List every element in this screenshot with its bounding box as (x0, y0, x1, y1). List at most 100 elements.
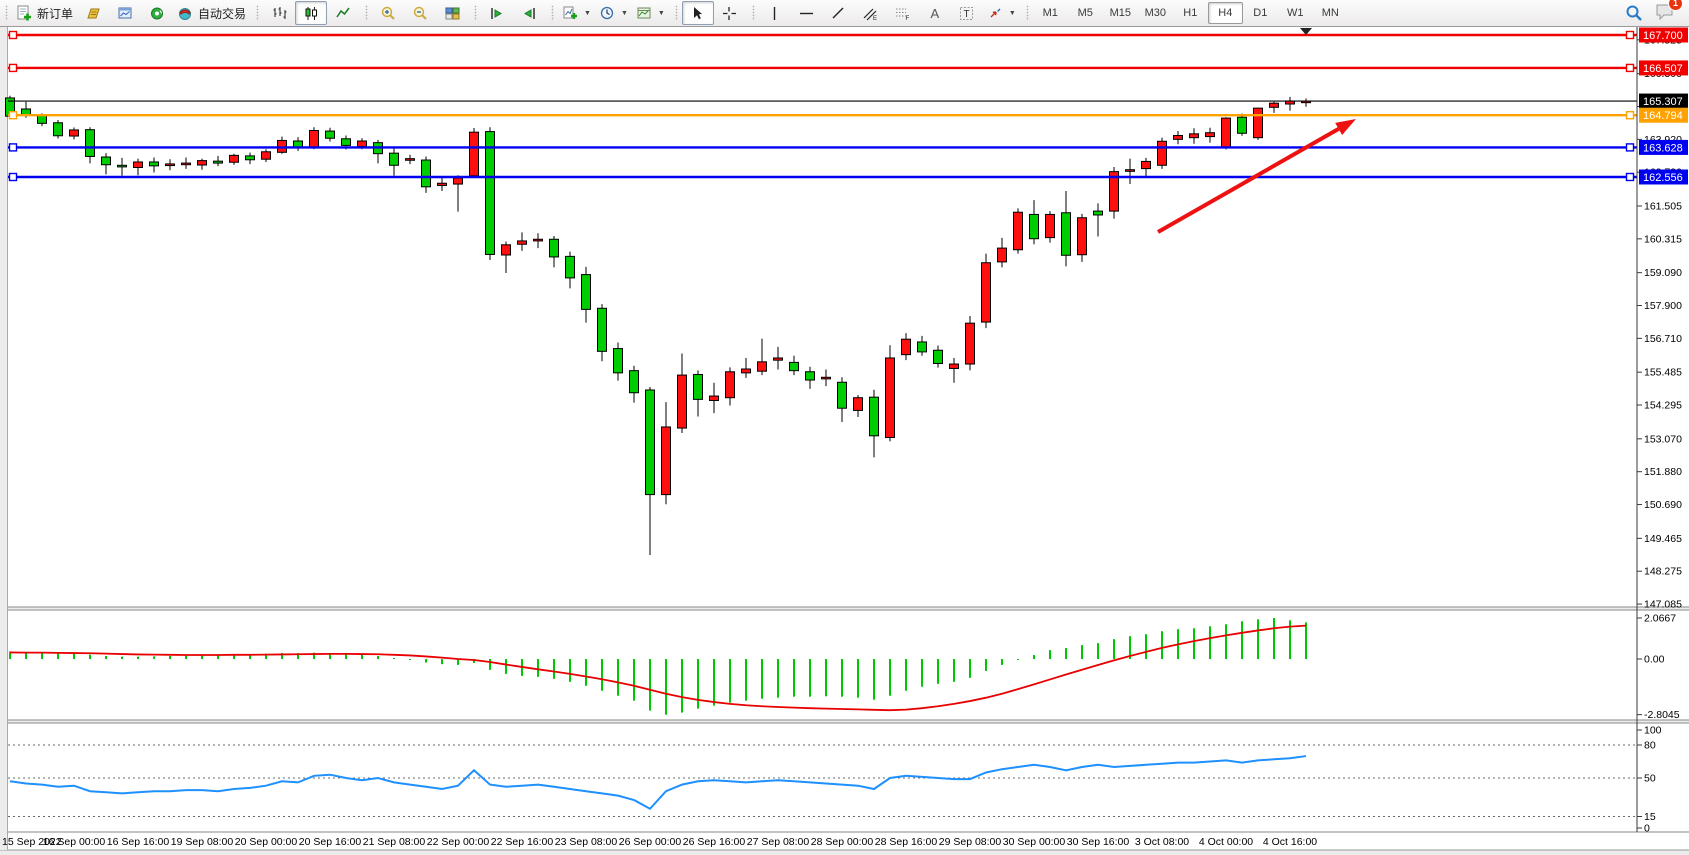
horizontal-line-icon (798, 5, 815, 22)
new-order-button[interactable]: 新订单 (12, 1, 77, 25)
text-tool[interactable]: A (919, 1, 951, 25)
timeframe-M30[interactable]: M30 (1138, 2, 1173, 24)
add-indicator-icon (562, 5, 579, 22)
toolbar-group-cursor (672, 0, 749, 26)
hline-anchor[interactable] (1627, 64, 1634, 71)
hline-anchor[interactable] (10, 173, 17, 180)
price-tag-text: 164.794 (1643, 110, 1683, 122)
autotrading-button[interactable]: 自动交易 (173, 1, 250, 25)
arrows-tool[interactable]: ▼ (983, 1, 1020, 25)
chart-background (0, 27, 1689, 855)
cursor-icon (689, 5, 706, 22)
timeframe-W1[interactable]: W1 (1278, 2, 1313, 24)
periods-button[interactable]: ▼ (595, 1, 632, 25)
timeframe-M15[interactable]: M15 (1103, 2, 1138, 24)
y-tick: 160.315 (1644, 233, 1682, 245)
auto-scroll-icon (489, 5, 506, 22)
hline-anchor[interactable] (1627, 112, 1634, 119)
x-label: 26 Sep 16:00 (683, 836, 746, 848)
search-icon[interactable] (1625, 4, 1643, 22)
rsi-tick: 15 (1644, 811, 1656, 823)
toolbar-group-objects: ▼ ▼ ▼ (548, 0, 672, 26)
charts-button[interactable] (109, 1, 141, 25)
quotes-button[interactable] (77, 1, 109, 25)
y-tick: 159.090 (1644, 267, 1682, 279)
timeframe-M5[interactable]: M5 (1068, 2, 1103, 24)
x-label: 26 Sep 00:00 (619, 836, 682, 848)
indicators-button[interactable]: ▼ (558, 1, 595, 25)
x-label: 28 Sep 00:00 (811, 836, 874, 848)
candlestick-chart-icon (303, 5, 320, 22)
x-label: 30 Sep 16:00 (1067, 836, 1130, 848)
y-tick: 157.900 (1644, 300, 1682, 312)
x-label: 20 Sep 00:00 (235, 836, 298, 848)
bar-chart-button[interactable] (263, 1, 295, 25)
charts-icon (117, 5, 134, 22)
price-tag-text: 162.556 (1643, 172, 1683, 184)
templates-button[interactable]: ▼ (632, 1, 669, 25)
tile-windows-icon (444, 5, 461, 22)
timeframe-H4[interactable]: H4 (1208, 2, 1243, 24)
zoom-in-button[interactable] (372, 1, 404, 25)
x-label: 23 Sep 08:00 (555, 836, 618, 848)
quotes-icon (85, 5, 102, 22)
toolbar-group-scroll (471, 0, 548, 26)
market-watch-button[interactable] (141, 1, 173, 25)
macd-tick: 2.0667 (1644, 612, 1676, 624)
left-edge (0, 27, 8, 850)
rsi-tick: 100 (1644, 725, 1662, 737)
timeframe-M1[interactable]: M1 (1033, 2, 1068, 24)
autotrading-icon (177, 5, 194, 22)
hline-anchor[interactable] (10, 32, 17, 39)
price-tag-text: 167.700 (1643, 30, 1683, 42)
trendline-tool[interactable] (823, 1, 855, 25)
y-tick: 149.465 (1644, 533, 1682, 545)
notifications-button[interactable]: 1 (1655, 2, 1675, 25)
timeframe-H1[interactable]: H1 (1173, 2, 1208, 24)
x-label: 28 Sep 16:00 (875, 836, 938, 848)
timeframe-D1[interactable]: D1 (1243, 2, 1278, 24)
hline-anchor[interactable] (10, 64, 17, 71)
crosshair-button[interactable] (714, 1, 746, 25)
timeframe-MN[interactable]: MN (1313, 2, 1348, 24)
dropdown-caret: ▼ (621, 10, 628, 17)
y-tick: 148.275 (1644, 566, 1682, 578)
macd-tick: -2.8045 (1644, 709, 1680, 721)
channel-tool[interactable]: E (855, 1, 887, 25)
hline-anchor[interactable] (1627, 32, 1634, 39)
zoom-out-button[interactable] (404, 1, 436, 25)
cursor-button[interactable] (682, 1, 714, 25)
fibonacci-icon: F (894, 5, 911, 22)
text-tool-icon: A (931, 7, 940, 20)
hline-anchor[interactable] (1627, 144, 1634, 151)
fibonacci-tool[interactable]: F (887, 1, 919, 25)
y-tick: 150.690 (1644, 499, 1682, 511)
new-order-icon (16, 5, 33, 22)
hline-anchor[interactable] (10, 144, 17, 151)
price-tag-text: 165.307 (1643, 96, 1683, 108)
candlestick-chart-button[interactable] (295, 1, 327, 25)
trendline-icon (830, 5, 847, 22)
hline-anchor[interactable] (10, 112, 17, 119)
y-tick: 151.880 (1644, 466, 1682, 478)
mt4-terminal: { "toolbar": { "new_order_label": "新订单",… (0, 0, 1689, 855)
dropdown-caret: ▼ (584, 10, 591, 17)
horizontal-line-tool[interactable] (791, 1, 823, 25)
x-label: 27 Sep 08:00 (747, 836, 810, 848)
auto-scroll-button[interactable] (481, 1, 513, 25)
vertical-line-tool[interactable] (759, 1, 791, 25)
arrows-icon (987, 5, 1004, 22)
toolbar-group-drawing: E F A T ▼ (749, 0, 1023, 26)
x-label: 16 Sep 16:00 (107, 836, 170, 848)
y-tick: 147.085 (1644, 599, 1682, 611)
macd-tick: 0.00 (1644, 654, 1665, 666)
toolbar-group-timeframes: M1M5M15M30H1H4D1W1MN (1023, 0, 1351, 26)
x-label: 19 Sep 08:00 (171, 836, 234, 848)
tile-windows-button[interactable] (436, 1, 468, 25)
x-label: 4 Oct 00:00 (1199, 836, 1253, 848)
hline-anchor[interactable] (1627, 173, 1634, 180)
chart-shift-button[interactable] (513, 1, 545, 25)
text-label-tool[interactable]: T (951, 1, 983, 25)
line-chart-button[interactable] (327, 1, 359, 25)
chart-canvas[interactable]: GBPJPY,H4 165.288 165.400 165.113 165.30… (0, 0, 1689, 855)
